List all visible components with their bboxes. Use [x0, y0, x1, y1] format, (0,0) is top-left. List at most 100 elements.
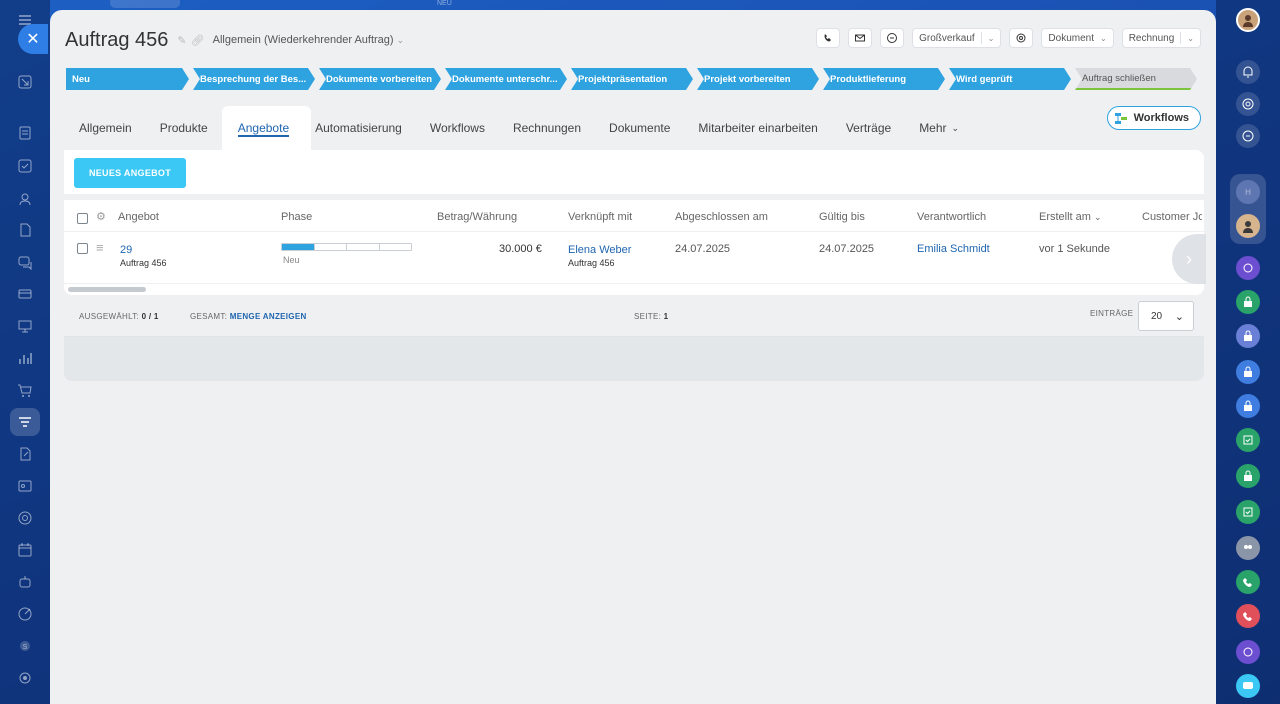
- deal-slider-panel: Auftrag 456 ✎ 🔗︎ Allgemein (Wiederkehren…: [50, 10, 1216, 704]
- workflows-button[interactable]: Workflows: [1106, 106, 1201, 130]
- column-betrag[interactable]: Betrag/Währung: [437, 211, 517, 223]
- tab-label: Dokumente: [609, 121, 671, 135]
- phone-icon[interactable]: [1236, 570, 1260, 594]
- stage-projektpraesentation[interactable]: Projektpräsentation: [571, 68, 693, 90]
- tab-vertraege[interactable]: Verträge: [832, 106, 905, 150]
- user-avatar[interactable]: [1236, 8, 1260, 32]
- lock-icon[interactable]: [1236, 324, 1260, 348]
- missed-call-icon[interactable]: [1236, 604, 1260, 628]
- lock-icon[interactable]: [1236, 394, 1260, 418]
- dokument-label: Dokument: [1048, 32, 1094, 44]
- column-customer[interactable]: Customer Jo: [1142, 211, 1202, 223]
- linked-contact-link[interactable]: Elena Weber: [568, 244, 631, 256]
- phase-progress-bar[interactable]: [281, 243, 412, 251]
- column-angebot[interactable]: Angebot: [118, 211, 159, 223]
- h-avatar[interactable]: H: [1236, 180, 1260, 204]
- grid-footer-bottom: [64, 337, 1204, 381]
- stage-besprechung[interactable]: Besprechung der Bes...: [193, 68, 315, 90]
- select-all-checkbox[interactable]: [77, 213, 88, 224]
- filter-icon[interactable]: [15, 412, 35, 432]
- dokument-dropdown[interactable]: Dokument ⌄: [1041, 28, 1114, 48]
- card-icon[interactable]: [15, 284, 35, 304]
- stage-auftrag-schliessen[interactable]: Auftrag schließen: [1075, 68, 1197, 90]
- column-verknuepft[interactable]: Verknüpft mit: [568, 211, 632, 223]
- channel-icon[interactable]: [1236, 640, 1260, 664]
- tab-allgemein[interactable]: Allgemein: [65, 106, 146, 150]
- stage-projekt-vorbereiten[interactable]: Projekt vorbereiten: [697, 68, 819, 90]
- lock-icon[interactable]: [1236, 290, 1260, 314]
- call-button[interactable]: [816, 28, 841, 48]
- tasks-icon[interactable]: [15, 123, 35, 143]
- target-icon[interactable]: [15, 604, 35, 624]
- stage-produktlieferung[interactable]: Produktlieferung: [823, 68, 945, 90]
- stage-wird-geprueft[interactable]: Wird geprüft: [949, 68, 1071, 90]
- row-menu-icon[interactable]: ≡: [96, 240, 104, 255]
- close-slider-button[interactable]: ✕: [18, 24, 48, 54]
- column-abgeschlossen[interactable]: Abgeschlossen am: [675, 211, 768, 223]
- new-offer-button[interactable]: NEUES ANGEBOT: [74, 158, 186, 188]
- tab-rechnungen[interactable]: Rechnungen: [499, 106, 595, 150]
- tab-angebote[interactable]: Angebote: [221, 106, 312, 150]
- chevron-down-icon: ⌄: [951, 122, 960, 133]
- row-checkbox[interactable]: [77, 243, 88, 254]
- copilot-icon[interactable]: [1236, 92, 1260, 116]
- category-selector[interactable]: Allgemein (Wiederkehrender Auftrag) ⌄: [213, 34, 405, 46]
- tab-mehr[interactable]: Mehr ⌄: [905, 106, 973, 150]
- settings-button[interactable]: [1009, 28, 1034, 48]
- id-card-icon[interactable]: [15, 476, 35, 496]
- task-check-icon[interactable]: [1236, 428, 1260, 452]
- column-phase[interactable]: Phase: [281, 211, 312, 223]
- task-check-icon[interactable]: [1236, 500, 1260, 524]
- workflows-button-label: Workflows: [1133, 112, 1189, 124]
- stage-label: Dokumente vorbereiten: [326, 73, 433, 85]
- email-button[interactable]: [848, 28, 873, 48]
- table-row[interactable]: ≡ 29 Auftrag 456 Neu 30.000 € Elena Webe…: [64, 232, 1204, 284]
- lock-icon[interactable]: [1236, 464, 1260, 488]
- notifications-icon[interactable]: [1236, 60, 1260, 84]
- contact-avatar[interactable]: [1236, 214, 1260, 238]
- responsible-user-link[interactable]: Emilia Schmidt: [917, 243, 990, 255]
- column-erstellt[interactable]: Erstellt am ⌄: [1039, 211, 1102, 223]
- cart-icon[interactable]: [15, 380, 35, 400]
- tab-produkte[interactable]: Produkte: [146, 106, 222, 150]
- stage-dokumente-vorbereiten[interactable]: Dokumente vorbereiten: [319, 68, 441, 90]
- s-badge-icon[interactable]: S: [15, 636, 35, 656]
- tab-dokumente[interactable]: Dokumente: [595, 106, 684, 150]
- checkbox-icon[interactable]: [15, 156, 35, 176]
- support-icon[interactable]: [15, 508, 35, 528]
- link-icon[interactable]: 🔗︎: [191, 34, 205, 47]
- horizontal-scrollbar[interactable]: [68, 287, 146, 292]
- search-chat-icon[interactable]: [1236, 124, 1260, 148]
- presentation-icon[interactable]: [15, 316, 35, 336]
- download-icon[interactable]: [15, 72, 35, 92]
- tab-mitarbeiter-einarbeiten[interactable]: Mitarbeiter einarbeiten: [684, 106, 831, 150]
- column-verantwortlich[interactable]: Verantwortlich: [917, 211, 986, 223]
- stage-dokumente-unterschreiben[interactable]: Dokumente unterschr...: [445, 68, 567, 90]
- stage-neu[interactable]: Neu: [66, 68, 189, 90]
- contacts-icon[interactable]: [15, 189, 35, 209]
- lock-icon[interactable]: [1236, 360, 1260, 384]
- group-avatar[interactable]: [1236, 536, 1260, 560]
- document-icon[interactable]: [15, 220, 35, 240]
- grid-settings-icon[interactable]: ⚙: [96, 210, 106, 223]
- show-count-link[interactable]: MENGE ANZEIGEN: [230, 312, 307, 321]
- rechnung-dropdown[interactable]: Rechnung ⌄: [1121, 28, 1201, 48]
- edit-doc-icon[interactable]: [15, 444, 35, 464]
- robot-icon[interactable]: [15, 572, 35, 592]
- phone-icon: [824, 34, 832, 42]
- page-size-select[interactable]: 20 ⌄: [1138, 301, 1194, 331]
- chat-icon[interactable]: [15, 252, 35, 272]
- settings-icon[interactable]: [15, 668, 35, 688]
- offer-id-link[interactable]: 29: [120, 244, 132, 256]
- channel-icon[interactable]: [1236, 256, 1260, 280]
- grossverkauf-dropdown[interactable]: Großverkauf ⌄: [912, 28, 1002, 48]
- column-gueltig[interactable]: Gültig bis: [819, 211, 865, 223]
- message-icon[interactable]: [1236, 674, 1260, 698]
- tab-automatisierung[interactable]: Automatisierung: [311, 106, 416, 150]
- calendar-icon[interactable]: [15, 540, 35, 560]
- chat-button[interactable]: [880, 28, 905, 48]
- analytics-icon[interactable]: [15, 348, 35, 368]
- divider: [1180, 32, 1182, 44]
- edit-icon[interactable]: ✎: [177, 34, 186, 47]
- tab-workflows[interactable]: Workflows: [416, 106, 499, 150]
